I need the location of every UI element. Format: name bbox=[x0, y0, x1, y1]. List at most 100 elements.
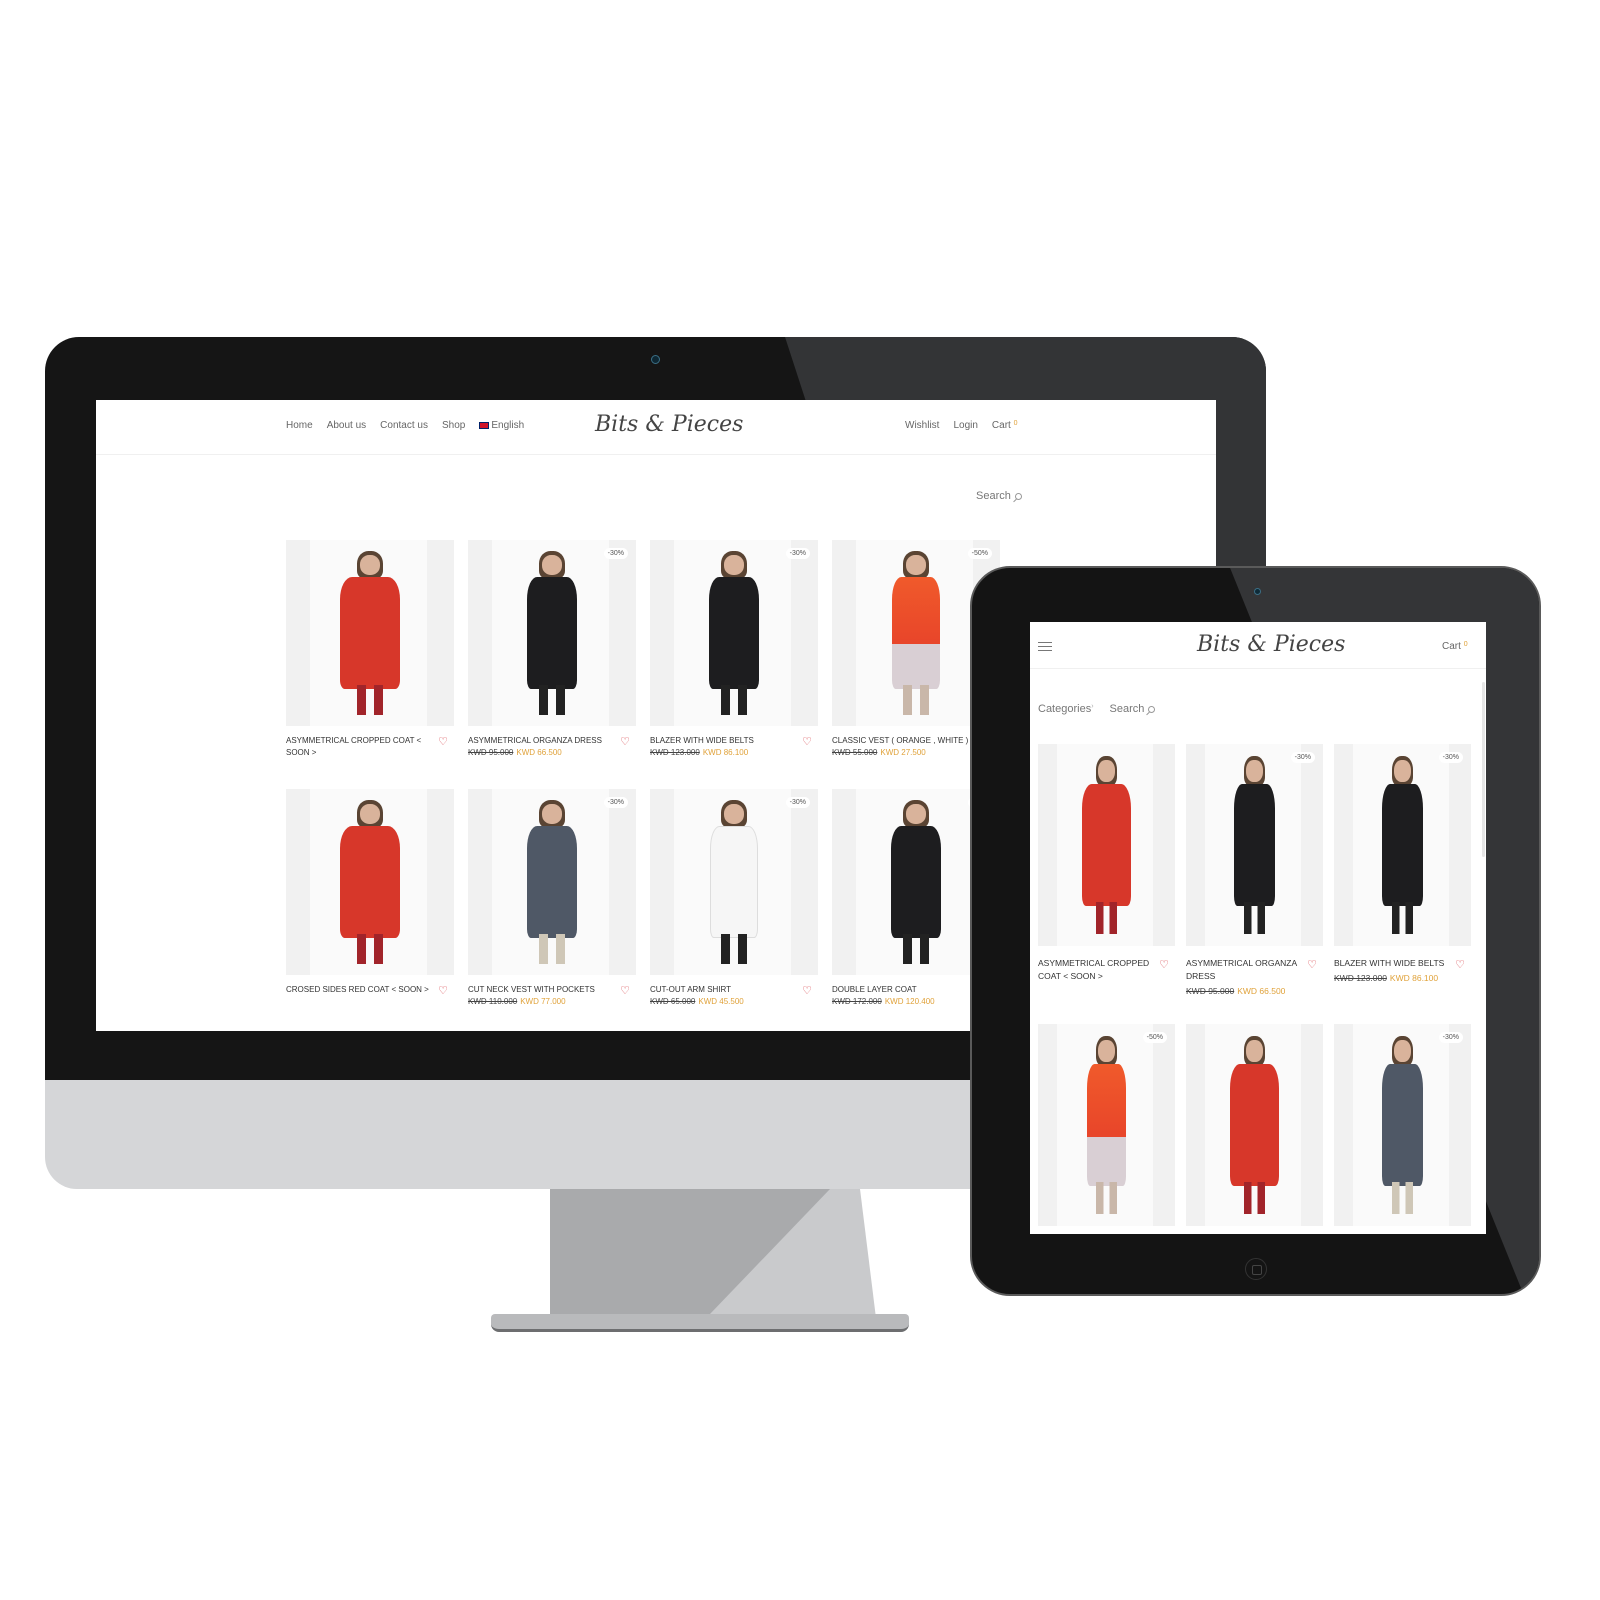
discount-badge: -30% bbox=[603, 797, 628, 808]
model-legs bbox=[538, 685, 566, 715]
product-name[interactable]: ASYMMETRICAL CROPPED COAT < SOON > bbox=[1038, 957, 1156, 983]
product-card[interactable]: -30% ASYMMETRICAL ORGANZA DRESS KWD 95.000… bbox=[1186, 744, 1323, 996]
categories-dropdown[interactable]: Categories› bbox=[1038, 703, 1094, 715]
model-legs bbox=[1391, 901, 1414, 934]
nav-home[interactable]: Home bbox=[286, 420, 313, 431]
garment bbox=[526, 826, 578, 938]
old-price: KWD 95.000 bbox=[468, 748, 514, 757]
product-card[interactable]: -30% BLAZER WITH WIDE BELTS KWD 123.000 KWD… bbox=[1334, 744, 1471, 983]
product-price: KWD 110.000 KWD 77.000 bbox=[468, 997, 636, 1006]
sale-price: KWD 66.500 bbox=[516, 748, 562, 757]
model-legs bbox=[1243, 901, 1266, 934]
product-card[interactable]: -30% CUT NECK VEST WITH POCKETS KWD 110.00… bbox=[468, 789, 636, 1006]
model-legs bbox=[1391, 1181, 1414, 1214]
wishlist-heart-icon[interactable]: ♡ bbox=[438, 735, 448, 748]
nav-about[interactable]: About us bbox=[327, 420, 366, 431]
product-card[interactable]: -30% BLAZER WITH WIDE BELTS KWD 123.000 KWD… bbox=[650, 540, 818, 757]
old-price: KWD 55.000 bbox=[832, 748, 878, 757]
wishlist-heart-icon[interactable]: ♡ bbox=[802, 984, 812, 997]
product-card[interactable]: CROSED SIDES RED COAT < SOON > ♡ bbox=[286, 789, 454, 997]
product-image[interactable] bbox=[286, 789, 454, 975]
product-card[interactable]: ASYMMETRICAL CROPPED COAT < SOON > ♡ bbox=[286, 540, 454, 759]
nav-cart[interactable]: Cart 0 bbox=[992, 420, 1018, 431]
search-icon bbox=[1148, 705, 1156, 713]
product-image[interactable]: -50% bbox=[1038, 1024, 1175, 1226]
model-head bbox=[541, 554, 563, 576]
product-image[interactable]: -30% bbox=[650, 540, 818, 726]
cart-count: 0 bbox=[1463, 641, 1468, 648]
product-name[interactable]: ASYMMETRICAL ORGANZA DRESS bbox=[1186, 957, 1304, 983]
nav-wishlist[interactable]: Wishlist bbox=[905, 420, 939, 431]
product-image[interactable]: -30% bbox=[1334, 1024, 1471, 1226]
model-head bbox=[359, 554, 381, 576]
search-icon bbox=[1014, 492, 1022, 500]
garment bbox=[1381, 1064, 1424, 1186]
product-image[interactable]: -30% bbox=[468, 540, 636, 726]
scrollbar[interactable] bbox=[1482, 682, 1485, 857]
nav-login[interactable]: Login bbox=[953, 420, 977, 431]
wishlist-heart-icon[interactable]: ♡ bbox=[802, 735, 812, 748]
nav-shop[interactable]: Shop bbox=[442, 420, 465, 431]
product-card[interactable] bbox=[1186, 1024, 1323, 1226]
tablet-header: Bits & Pieces Cart 0 bbox=[1030, 622, 1486, 669]
product-image[interactable]: -30% bbox=[468, 789, 636, 975]
sale-price: KWD 27.500 bbox=[880, 748, 926, 757]
wishlist-heart-icon[interactable]: ♡ bbox=[1455, 958, 1465, 971]
search-button[interactable]: Search bbox=[1110, 703, 1156, 715]
product-image[interactable] bbox=[1038, 744, 1175, 946]
model-head bbox=[359, 803, 381, 825]
product-price: KWD 95.000 KWD 66.500 bbox=[468, 748, 636, 757]
product-name[interactable]: CROSED SIDES RED COAT < SOON > bbox=[286, 984, 436, 996]
product-name[interactable]: BLAZER WITH WIDE BELTS bbox=[650, 735, 800, 747]
product-image[interactable] bbox=[286, 540, 454, 726]
product-price: KWD 65.000 KWD 45.500 bbox=[650, 997, 818, 1006]
product-name[interactable]: CUT-OUT ARM SHIRT bbox=[650, 984, 800, 996]
wishlist-heart-icon[interactable]: ♡ bbox=[1159, 958, 1169, 971]
product-card[interactable]: ASYMMETRICAL CROPPED COAT < SOON > ♡ bbox=[1038, 744, 1175, 983]
model-head bbox=[723, 803, 745, 825]
home-button-icon[interactable] bbox=[1245, 1258, 1267, 1280]
search-label: Search bbox=[976, 490, 1011, 502]
discount-badge: -50% bbox=[1142, 1032, 1167, 1043]
product-image[interactable]: -30% bbox=[650, 789, 818, 975]
sale-price: KWD 77.000 bbox=[520, 997, 566, 1006]
model-legs bbox=[902, 934, 930, 964]
model-legs bbox=[538, 934, 566, 964]
model-head bbox=[1098, 1040, 1115, 1063]
brand-logo[interactable]: Bits & Pieces bbox=[1197, 632, 1345, 657]
model-head bbox=[905, 803, 927, 825]
product-name[interactable]: CLASSIC VEST ( ORANGE , WHITE ) bbox=[832, 735, 982, 747]
product-name[interactable]: ASYMMETRICAL ORGANZA DRESS bbox=[468, 735, 618, 747]
product-name[interactable]: CUT NECK VEST WITH POCKETS bbox=[468, 984, 618, 996]
product-name[interactable]: ASYMMETRICAL CROPPED COAT < SOON > bbox=[286, 735, 436, 759]
nav-cart[interactable]: Cart 0 bbox=[1442, 641, 1468, 652]
garment bbox=[1087, 1064, 1126, 1186]
wishlist-heart-icon[interactable]: ♡ bbox=[620, 984, 630, 997]
product-card[interactable]: -30% CUT-OUT ARM SHIRT KWD 65.000 KWD 45.50… bbox=[650, 789, 818, 1006]
product-card[interactable]: -30% ASYMMETRICAL ORGANZA DRESS KWD 95.000… bbox=[468, 540, 636, 757]
sale-price: KWD 66.500 bbox=[1237, 986, 1286, 996]
search-button[interactable]: Search bbox=[976, 490, 1022, 502]
garment bbox=[1233, 784, 1276, 906]
old-price: KWD 110.000 bbox=[468, 997, 518, 1006]
product-price: KWD 123.000 KWD 86.100 bbox=[1334, 973, 1471, 983]
wishlist-heart-icon[interactable]: ♡ bbox=[438, 984, 448, 997]
model-head bbox=[1246, 760, 1263, 783]
brand-logo[interactable]: Bits & Pieces bbox=[595, 412, 743, 437]
model-head bbox=[541, 803, 563, 825]
product-name[interactable]: BLAZER WITH WIDE BELTS bbox=[1334, 957, 1452, 970]
product-card[interactable]: -50% bbox=[1038, 1024, 1175, 1226]
product-card[interactable]: -30% bbox=[1334, 1024, 1471, 1226]
nav-contact[interactable]: Contact us bbox=[380, 420, 428, 431]
hamburger-menu-icon[interactable] bbox=[1038, 642, 1052, 651]
wishlist-heart-icon[interactable]: ♡ bbox=[1307, 958, 1317, 971]
wishlist-heart-icon[interactable]: ♡ bbox=[620, 735, 630, 748]
filter-bar: Categories› Search bbox=[1038, 703, 1156, 715]
product-image[interactable]: -30% bbox=[1186, 744, 1323, 946]
language-switcher[interactable]: English bbox=[479, 420, 524, 431]
product-image[interactable]: -30% bbox=[1334, 744, 1471, 946]
product-image[interactable] bbox=[1186, 1024, 1323, 1226]
old-price: KWD 123.000 bbox=[650, 748, 700, 757]
product-name[interactable]: DOUBLE LAYER COAT bbox=[832, 984, 982, 996]
monitor-stand bbox=[550, 1189, 876, 1314]
